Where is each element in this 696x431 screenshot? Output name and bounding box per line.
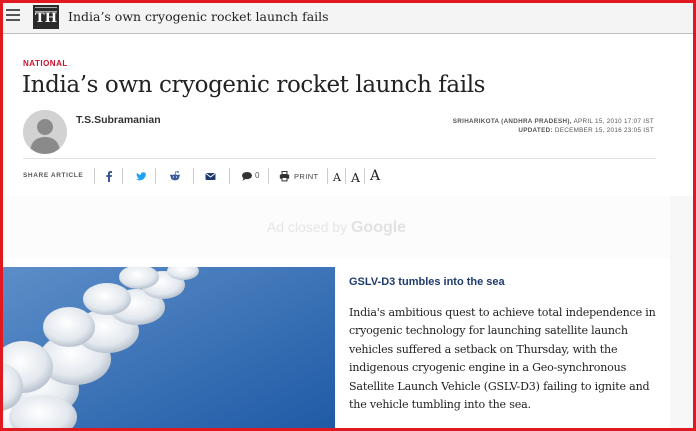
site-logo[interactable]: TH <box>33 5 59 29</box>
font-size-small-button[interactable]: A <box>333 171 341 184</box>
ad-placeholder: Ad closed by Google <box>3 196 670 258</box>
facebook-icon[interactable] <box>104 170 114 182</box>
divider <box>23 158 656 159</box>
share-article-label: SHARE ARTICLE <box>23 172 84 179</box>
story-subhead: GSLV-D3 tumbles into the sea <box>349 276 505 288</box>
comment-count[interactable]: 0 <box>255 171 259 180</box>
dateline-date: APRIL 15, 2010 17:07 IST <box>573 118 654 125</box>
separator <box>364 168 365 184</box>
comment-icon[interactable] <box>241 170 253 182</box>
separator <box>122 168 123 184</box>
separator <box>193 168 194 184</box>
separator <box>345 168 346 184</box>
ad-brand: Google <box>350 219 407 236</box>
topbar-article-title: India’s own cryogenic rocket launch fail… <box>68 9 329 24</box>
author-avatar[interactable] <box>23 110 67 154</box>
author-name[interactable]: T.S.Subramanian <box>76 114 161 126</box>
right-gutter <box>670 196 693 431</box>
separator <box>155 168 156 184</box>
top-bar: TH India’s own cryogenic rocket launch f… <box>0 0 696 34</box>
updated-label: UPDATED: <box>518 127 553 134</box>
print-icon[interactable] <box>279 170 290 182</box>
email-icon[interactable] <box>205 170 216 182</box>
article-headline: India’s own cryogenic rocket launch fail… <box>22 72 486 98</box>
dateline-place: SRIHARIKOTA (ANDHRA PRADESH), <box>452 118 572 125</box>
font-size-medium-button[interactable]: A <box>351 170 360 185</box>
separator <box>327 168 328 184</box>
print-button[interactable]: PRINT <box>294 172 319 181</box>
story-body: India's ambitious quest to achieve total… <box>349 306 656 412</box>
updated-value: DECEMBER 15, 2016 23:05 IST <box>554 127 654 134</box>
dateline: SRIHARIKOTA (ANDHRA PRADESH), APRIL 15, … <box>453 118 654 125</box>
rocket-launch-photo[interactable] <box>3 267 335 431</box>
separator <box>94 168 95 184</box>
font-size-large-button[interactable]: A <box>370 168 380 184</box>
reddit-icon[interactable] <box>169 170 181 182</box>
updated-date: UPDATED: DECEMBER 15, 2016 23:05 IST <box>518 127 654 134</box>
share-bar: SHARE ARTICLE 0 PRINT A A A <box>23 166 403 188</box>
separator <box>268 168 269 184</box>
logo-text: TH <box>35 11 57 26</box>
twitter-icon[interactable] <box>135 170 147 182</box>
ad-closed-text: Ad closed by <box>266 219 348 235</box>
hamburger-menu-icon[interactable] <box>6 9 20 22</box>
separator <box>229 168 230 184</box>
section-label[interactable]: NATIONAL <box>23 59 68 68</box>
